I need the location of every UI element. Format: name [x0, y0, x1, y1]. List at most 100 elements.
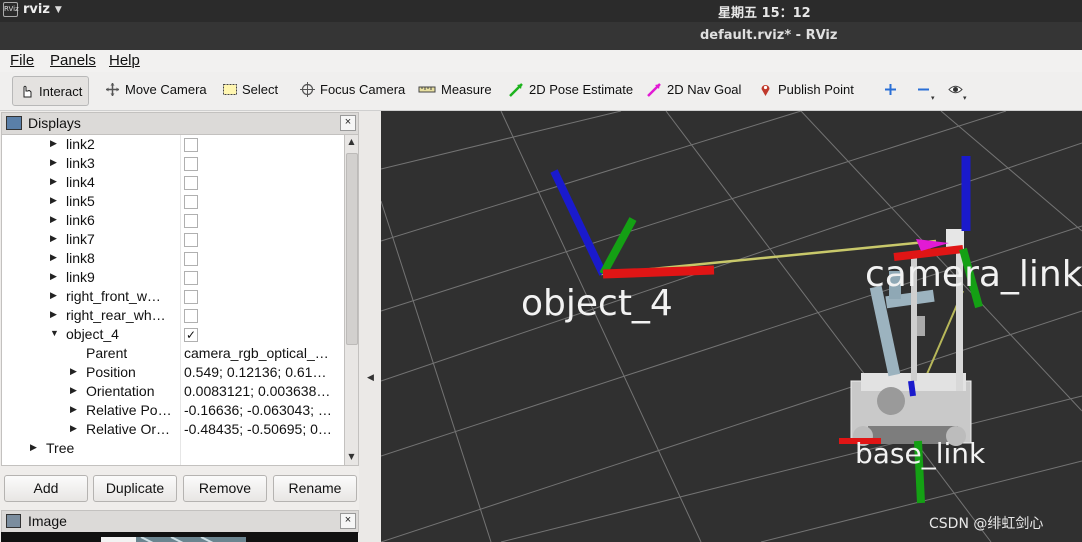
- tool-interact[interactable]: Interact: [12, 76, 90, 106]
- app-menu[interactable]: RViz rviz ▼: [3, 2, 62, 17]
- system-clock[interactable]: 星期五 15：12: [718, 2, 811, 21]
- frame-label-object4: object_4: [521, 283, 673, 324]
- tree-row[interactable]: ▶ link6: [2, 211, 345, 230]
- enable-checkbox[interactable]: [184, 195, 198, 209]
- tree-row-label: Position: [86, 364, 136, 380]
- minus-icon: [916, 82, 931, 97]
- menu-panels[interactable]: Panels: [50, 52, 96, 69]
- caret-down-icon: ▾: [931, 95, 935, 102]
- tree-row[interactable]: ▶ Position 0.549; 0.12136; 0.61…: [2, 363, 345, 382]
- enable-checkbox[interactable]: [184, 214, 198, 228]
- enable-checkbox[interactable]: [184, 271, 198, 285]
- tree-row[interactable]: ▶ Orientation 0.0083121; 0.003638…: [2, 382, 345, 401]
- tree-row-label: right_rear_wh…: [66, 307, 166, 323]
- collapsed-arrow-icon[interactable]: ▶: [50, 271, 57, 282]
- tree-row-label: Relative Or…: [86, 421, 171, 437]
- tree-row-value[interactable]: -0.16636; -0.063043; …: [184, 402, 344, 418]
- close-icon[interactable]: ×: [340, 513, 356, 529]
- enable-checkbox[interactable]: [184, 252, 198, 266]
- tree-row-label: object_4: [66, 326, 119, 342]
- add-button[interactable]: Add: [4, 475, 88, 502]
- tool-measure[interactable]: Measure: [418, 82, 492, 97]
- tool-select[interactable]: Select: [222, 82, 278, 97]
- collapsed-arrow-icon[interactable]: ▶: [30, 442, 37, 453]
- collapsed-arrow-icon[interactable]: ▶: [50, 214, 57, 225]
- panel-splitter[interactable]: ◀: [359, 111, 381, 542]
- tree-row-value[interactable]: 0.549; 0.12136; 0.61…: [184, 364, 344, 380]
- tree-row[interactable]: Parent camera_rgb_optical_…: [2, 344, 345, 363]
- plus-icon: [883, 82, 898, 97]
- enable-checkbox[interactable]: [184, 309, 198, 323]
- collapsed-arrow-icon[interactable]: ▶: [50, 157, 57, 168]
- tree-row[interactable]: ▶ right_rear_wh…: [2, 306, 345, 325]
- frame-label-camera-link: camera_link: [865, 254, 1082, 295]
- enable-checkbox[interactable]: [184, 176, 198, 190]
- tree-row[interactable]: ▶ link8: [2, 249, 345, 268]
- focus-crosshair-icon: [300, 82, 315, 97]
- scroll-down-icon[interactable]: ▼: [345, 450, 358, 463]
- hand-pointer-icon: [19, 84, 34, 99]
- enable-checkbox[interactable]: ✓: [184, 328, 198, 342]
- enable-checkbox[interactable]: [184, 290, 198, 304]
- tree-row-value[interactable]: -0.48435; -0.50695; 0…: [184, 421, 344, 437]
- tree-row[interactable]: ▶ Tree: [2, 439, 345, 458]
- displays-tree[interactable]: ▶ link2 ▶ link3 ▶ link4 ▶ link5 ▶ link6 ▶ link7 ▶ lin…: [1, 134, 346, 466]
- collapsed-arrow-icon[interactable]: ▶: [50, 176, 57, 187]
- tree-row[interactable]: ▶ link5: [2, 192, 345, 211]
- duplicate-button[interactable]: Duplicate: [93, 475, 177, 502]
- collapsed-arrow-icon[interactable]: ▶: [50, 138, 57, 149]
- tree-row-value[interactable]: 0.0083121; 0.003638…: [184, 383, 344, 399]
- eye-icon: [948, 82, 963, 97]
- rename-button[interactable]: Rename: [273, 475, 357, 502]
- panel-title: Image: [28, 513, 67, 529]
- collapsed-arrow-icon[interactable]: ▶: [70, 366, 77, 377]
- tree-row[interactable]: ▶ link9: [2, 268, 345, 287]
- tree-row-value[interactable]: camera_rgb_optical_…: [184, 345, 344, 361]
- remove-tool-button[interactable]: ▾: [916, 82, 936, 102]
- expanded-arrow-icon[interactable]: ▼: [50, 328, 59, 338]
- collapsed-arrow-icon[interactable]: ▶: [50, 252, 57, 263]
- view-options-button[interactable]: ▾: [948, 82, 968, 102]
- collapsed-arrow-icon[interactable]: ▶: [70, 404, 77, 415]
- enable-checkbox[interactable]: [184, 138, 198, 152]
- tree-row[interactable]: ▶ Relative Or… -0.48435; -0.50695; 0…: [2, 420, 345, 439]
- enable-checkbox[interactable]: [184, 157, 198, 171]
- collapsed-arrow-icon[interactable]: ▶: [50, 233, 57, 244]
- tool-move-camera[interactable]: Move Camera: [105, 82, 207, 97]
- move-camera-icon: [105, 82, 120, 97]
- tree-row[interactable]: ▶ link3: [2, 154, 345, 173]
- collapsed-arrow-icon[interactable]: ▶: [70, 423, 77, 434]
- vertical-scrollbar[interactable]: ▲ ▼: [344, 134, 359, 466]
- add-tool-button[interactable]: [883, 82, 903, 97]
- close-icon[interactable]: ×: [340, 115, 356, 131]
- collapse-left-icon[interactable]: ◀: [367, 373, 374, 383]
- tool-2d-pose-estimate[interactable]: 2D Pose Estimate: [509, 82, 633, 97]
- tree-row[interactable]: ▶ link2: [2, 135, 345, 154]
- tool-focus-camera[interactable]: Focus Camera: [300, 82, 405, 97]
- tree-row[interactable]: ▶ Relative Po… -0.16636; -0.063043; …: [2, 401, 345, 420]
- scroll-up-icon[interactable]: ▲: [345, 135, 358, 148]
- tree-row[interactable]: ▶ link4: [2, 173, 345, 192]
- collapsed-arrow-icon[interactable]: ▶: [50, 309, 57, 320]
- watermark: CSDN @绯虹剑心: [929, 516, 1044, 532]
- collapsed-arrow-icon[interactable]: ▶: [50, 290, 57, 301]
- menu-help[interactable]: Help: [109, 52, 140, 69]
- tree-row[interactable]: ▶ link7: [2, 230, 345, 249]
- panel-title: Displays: [28, 115, 81, 131]
- tree-row-label: link9: [66, 269, 95, 285]
- 3d-render-view[interactable]: object_4 camera_link base_link CSDN @绯虹剑…: [381, 111, 1082, 542]
- tree-row-label: link6: [66, 212, 95, 228]
- menu-file[interactable]: File: [10, 52, 34, 69]
- tree-row-label: link2: [66, 136, 95, 152]
- tree-row[interactable]: ▼ object_4 ✓: [2, 325, 345, 344]
- collapsed-arrow-icon[interactable]: ▶: [50, 195, 57, 206]
- tree-row[interactable]: ▶ right_front_w…: [2, 287, 345, 306]
- tool-2d-nav-goal[interactable]: 2D Nav Goal: [647, 82, 741, 97]
- collapsed-arrow-icon[interactable]: ▶: [70, 385, 77, 396]
- tool-publish-point[interactable]: Publish Point: [758, 82, 854, 97]
- chevron-down-icon: ▼: [54, 4, 62, 15]
- monitor-icon: [6, 116, 22, 130]
- scrollbar-thumb[interactable]: [346, 153, 358, 345]
- enable-checkbox[interactable]: [184, 233, 198, 247]
- remove-button[interactable]: Remove: [183, 475, 267, 502]
